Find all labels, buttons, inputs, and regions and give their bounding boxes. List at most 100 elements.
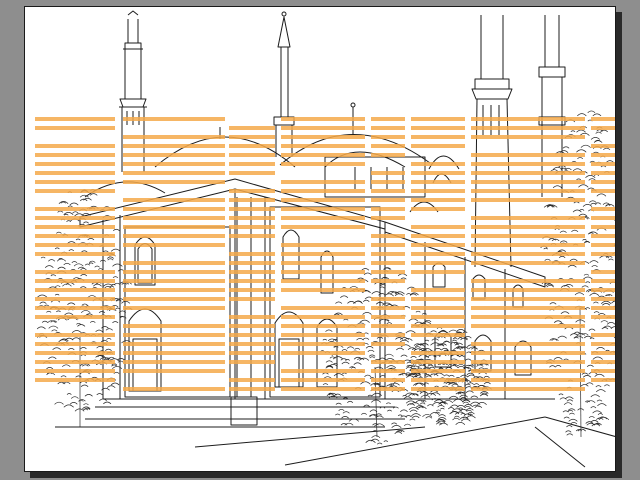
foliage-stroke	[368, 354, 376, 357]
overlay-stripe	[411, 360, 465, 364]
overlay-stripe	[471, 306, 585, 310]
foliage-stroke	[427, 364, 434, 367]
foliage-stroke	[564, 396, 574, 400]
foliage-stroke	[593, 311, 600, 314]
foliage-stroke	[551, 338, 559, 341]
foliage-stroke	[78, 399, 84, 402]
foliage-stroke	[98, 311, 106, 314]
foliage-stroke	[425, 416, 433, 419]
courtyard-paving	[55, 416, 615, 468]
foliage-stroke	[39, 301, 47, 304]
foliage-stroke	[460, 418, 471, 422]
foliage-stroke	[411, 415, 420, 419]
overlay-stripe	[281, 243, 365, 247]
foliage-stroke	[69, 202, 79, 206]
foliage-stroke	[548, 238, 557, 241]
foliage-stroke	[595, 389, 606, 393]
foliage-stroke	[586, 364, 594, 367]
overlay-stripe	[471, 297, 585, 301]
foliage-stroke	[379, 286, 385, 289]
overlay-stripe	[591, 153, 615, 157]
foliage-stroke	[71, 330, 82, 334]
overlay-stripe	[371, 315, 405, 319]
foliage-stroke	[80, 347, 87, 350]
overlay-stripe	[281, 270, 365, 274]
foliage-stroke	[589, 293, 600, 296]
foliage-stroke	[54, 293, 60, 296]
foliage-stroke	[386, 365, 397, 369]
foliage-stroke	[466, 415, 476, 419]
foliage-stroke	[405, 330, 416, 334]
overlay-stripe	[229, 261, 275, 265]
foliage-stroke	[588, 416, 595, 419]
foliage-stroke	[592, 356, 603, 360]
overlay-stripe	[123, 387, 225, 391]
foliage-stroke	[76, 322, 82, 325]
overlay-stripe	[471, 198, 585, 202]
foliage-stroke	[553, 357, 563, 360]
overlay-stripe	[229, 270, 275, 274]
foliage-stroke	[112, 263, 123, 267]
foliage-stroke	[68, 249, 75, 252]
foliage-stroke	[456, 405, 466, 408]
foliage-stroke	[608, 258, 614, 261]
foliage-stroke	[87, 237, 95, 241]
foliage-stroke	[397, 273, 408, 277]
foliage-stroke	[322, 338, 328, 341]
foliage-stroke	[73, 263, 84, 267]
foliage-stroke	[603, 147, 611, 151]
overlay-stripe	[591, 306, 615, 310]
foliage-stroke	[596, 346, 605, 350]
overlay-stripe	[123, 216, 225, 220]
foliage-stroke	[105, 348, 112, 351]
overlay-stripe	[471, 288, 585, 292]
foliage-stroke	[365, 439, 376, 443]
overlay-stripe	[229, 288, 275, 292]
foliage-stroke	[394, 431, 403, 434]
overlay-stripe	[123, 180, 225, 184]
overlay-stripe	[281, 387, 365, 391]
foliage-stroke	[415, 346, 421, 349]
foliage-stroke	[449, 395, 459, 399]
foliage-stroke	[585, 382, 594, 385]
foliage-stroke	[95, 355, 104, 358]
overlay-stripe	[411, 144, 465, 148]
overlay-stripe	[471, 126, 585, 130]
foliage-stroke	[433, 372, 445, 376]
overlay-stripe	[123, 117, 225, 121]
foliage-stroke	[367, 394, 373, 397]
overlay-stripe	[35, 153, 115, 157]
foliage-stroke	[454, 343, 460, 346]
overlay-stripe	[471, 315, 585, 319]
foliage-stroke	[448, 329, 459, 333]
overlay-stripe	[229, 153, 275, 157]
overlay-stripe	[281, 216, 365, 220]
foliage-stroke	[88, 260, 96, 263]
foliage-stroke	[576, 129, 586, 133]
overlay-stripe	[591, 297, 615, 301]
foliage-stroke	[383, 440, 389, 442]
foliage-stroke	[121, 300, 131, 304]
overlay-stripe	[411, 171, 465, 175]
foliage-stroke	[577, 113, 587, 117]
overlay-stripe	[371, 279, 405, 283]
overlay-stripe	[371, 378, 405, 382]
foliage-stroke	[421, 312, 427, 315]
overlay-stripe	[471, 153, 585, 157]
document-canvas[interactable]	[24, 6, 616, 472]
foliage-stroke	[452, 337, 458, 340]
foliage-stroke	[435, 409, 442, 412]
overlay-stripe	[411, 387, 465, 391]
overlay-stripe	[229, 162, 275, 166]
overlay-stripe	[123, 234, 225, 238]
overlay-stripe	[35, 243, 115, 247]
overlay-stripe	[591, 369, 615, 373]
overlay-stripe	[411, 333, 465, 337]
foliage-stroke	[585, 307, 591, 310]
foliage-stroke	[80, 310, 91, 313]
foliage-stroke	[563, 402, 573, 405]
overlay-stripe	[229, 351, 275, 355]
foliage-stroke	[335, 413, 341, 416]
foliage-stroke	[46, 367, 54, 370]
overlay-stripe	[411, 189, 465, 193]
